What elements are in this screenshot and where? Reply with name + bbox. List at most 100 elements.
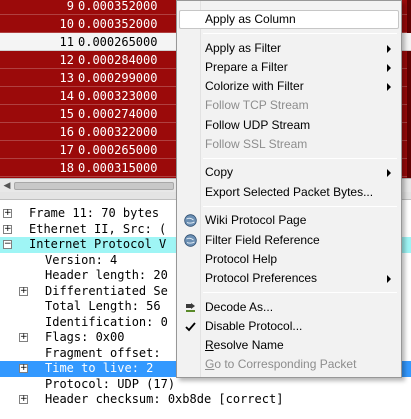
tree-node-label: Identification: 0 [45,314,168,329]
tree-node-label: Header checksum: 0xb8de [correct] [45,392,284,406]
packet-time: 0.000315000 [78,161,158,175]
scroll-left-arrow-icon[interactable]: ◀ [1,180,13,192]
menu-item-export-selected-packet-bytes[interactable]: Export Selected Packet Bytes... [179,183,399,202]
tree-node-label: Differentiated Se [45,283,168,298]
expand-icon[interactable]: + [19,395,28,404]
menu-item-label: Follow UDP Stream [205,117,311,132]
menu-item-label: Colorize with Filter [205,79,304,94]
tree-node[interactable]: + Header checksum: 0xb8de [correct] [0,392,411,408]
tree-node-label: Total Length: 56 [45,299,161,313]
packet-time: 0.000274000 [78,107,158,121]
packet-time: 0.000284000 [78,53,158,67]
menu-item-go-to-corresponding-packet: Go to Corresponding Packet [179,355,399,374]
packet-number: 17 [59,143,74,157]
expand-icon[interactable]: + [3,224,12,234]
menu-item-decode-as[interactable]: Decode As... [179,298,399,317]
menu-item-follow-tcp-stream: Follow TCP Stream [179,96,399,115]
menu-item-label: Prepare a Filter [205,59,288,74]
row-edge [407,15,411,33]
expand-icon[interactable]: + [19,286,28,296]
menu-item-disable-protocol[interactable]: Disable Protocol... [179,317,399,336]
scrollbar-thumb[interactable] [14,182,174,190]
expand-icon[interactable]: + [19,333,28,342]
menu-item-label: Apply as Column [205,12,296,26]
menu-item-label: Wiki Protocol Page [205,213,307,228]
menu-item-follow-ssl-stream: Follow SSL Stream [179,135,399,154]
menu-item-label: Follow TCP Stream [205,98,309,113]
packet-time: 0.000352000 [78,17,158,31]
expand-icon[interactable]: + [3,209,12,218]
packet-time: 0.000323000 [78,89,158,103]
expand-icon[interactable]: + [19,364,28,373]
menu-item-filter-field-reference[interactable]: Filter Field Reference [179,231,399,250]
row-edge [407,123,411,141]
row-edge [407,87,411,105]
tree-node-label: Protocol: UDP (17) [45,376,176,391]
row-edge [407,105,411,123]
menu-item-label: Apply as Filter [205,40,282,55]
menu-item-label: Disable Protocol... [205,318,303,333]
context-menu: Apply as Column Apply as Filter Prepare a … [176,0,402,378]
row-edge [407,69,411,87]
menu-item-apply-as-column[interactable]: Apply as Column [179,10,399,29]
menu-separator [203,33,397,35]
packet-time: 0.000299000 [78,71,158,85]
tree-node-label: Version: 4 [45,252,118,267]
submenu-arrow-icon [387,169,391,178]
menu-item-copy[interactable]: Copy [179,163,399,182]
menu-item-wiki-protocol-page[interactable]: Wiki Protocol Page [179,211,399,230]
menu-item-prepare-a-filter[interactable]: Prepare a Filter [179,58,399,77]
globe-icon [184,214,197,227]
menu-item-resolve-name[interactable]: Resolve Name [179,336,399,355]
packet-number: 12 [59,53,74,67]
packet-time: 0.000265000 [78,35,158,49]
packet-number: 16 [59,125,74,139]
tree-node-label: Frame 11: 70 bytes [29,206,160,220]
menu-item-follow-udp-stream[interactable]: Follow UDP Stream [179,116,399,135]
tree-node-label: Header length: 20 [45,268,168,282]
packet-number: 9 [66,0,74,13]
packet-number: 11 [59,35,74,49]
menu-item-label: Decode As... [205,299,274,314]
menu-separator [203,292,397,294]
tree-node-label: Flags: 0x00 [45,330,125,344]
packet-time: 0.000352000 [78,0,158,13]
tree-node[interactable]: Protocol: UDP (17) [0,377,411,393]
collapse-icon[interactable]: − [3,240,12,249]
submenu-arrow-icon [387,274,391,283]
menu-item-label: Export Selected Packet Bytes... [205,184,374,199]
packet-number: 18 [59,161,74,175]
tree-node-label: Ethernet II, Src: ( [29,221,167,236]
menu-item-apply-as-filter[interactable]: Apply as Filter [179,39,399,58]
row-edge [407,0,411,15]
menu-item-label: Filter Field Reference [205,232,320,247]
menu-item-label: Copy [205,165,234,180]
packet-number: 15 [59,107,74,121]
packet-number: 14 [59,89,74,103]
menu-item-label: Follow SSL Stream [205,136,308,151]
tree-node-label: Time to live: 2 [45,361,154,375]
menu-item-protocol-help[interactable]: Protocol Help [179,250,399,269]
submenu-arrow-icon [387,83,391,92]
menu-separator [203,205,397,207]
packet-time: 0.000322000 [78,125,158,139]
packet-number: 13 [59,71,74,85]
menu-item-label: Protocol Preferences [205,270,318,285]
menu-item-label: Go to Corresponding Packet [205,357,357,372]
packet-number: 10 [59,17,74,31]
checkmark-icon [184,320,197,333]
packet-time: 0.000265000 [78,143,158,157]
decode-icon [184,301,197,314]
menu-item-colorize-with-filter[interactable]: Colorize with Filter [179,77,399,96]
row-edge [407,159,411,177]
menu-item-protocol-preferences[interactable]: Protocol Preferences [179,269,399,288]
row-edge [407,141,411,159]
tree-node-label: Fragment offset: [45,345,161,360]
tree-node-label: Internet Protocol V [29,237,167,251]
row-edge [407,51,411,69]
submenu-arrow-icon [387,63,391,72]
globe-icon [184,233,197,247]
submenu-arrow-icon [387,44,391,53]
menu-item-label: Resolve Name [205,338,284,352]
menu-separator [203,157,397,159]
